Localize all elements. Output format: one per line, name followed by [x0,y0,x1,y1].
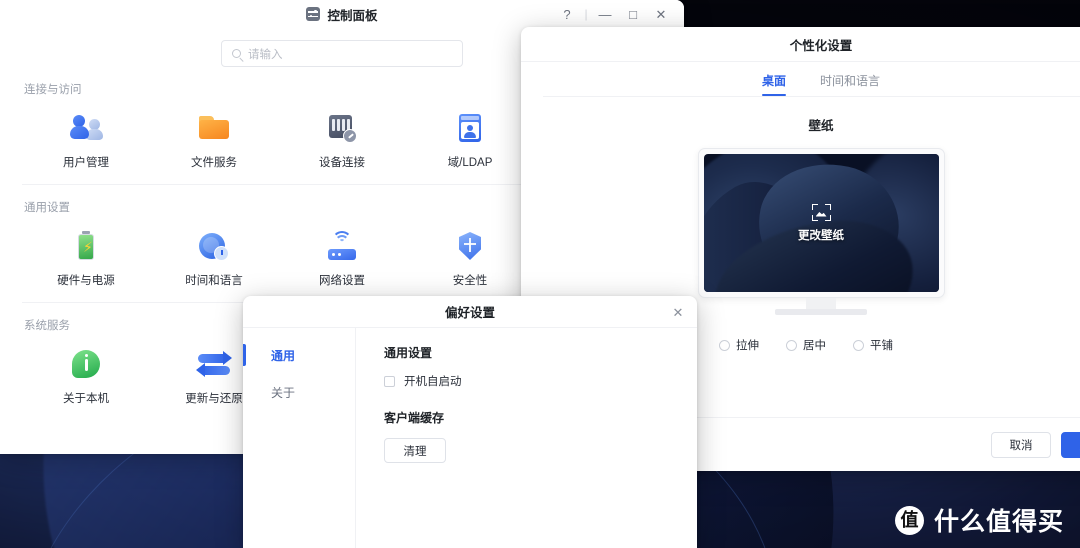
monitor-neck [806,298,836,309]
tile-domain-ldap[interactable]: 域/LDAP [406,103,534,182]
wallpaper-preview[interactable]: 更改壁纸 [703,154,939,292]
personalization-header: 个性化设置 [521,27,1080,62]
tile-file-service[interactable]: 文件服务 [150,103,278,182]
image-scan-icon [811,203,831,221]
minimize-button[interactable]: — [592,2,618,26]
tile-label: 文件服务 [191,157,237,169]
watermark: 值 什么值得买 [894,502,1064,538]
radio-option-stretch[interactable]: 拉伸 [719,337,759,353]
search-placeholder: 请输入 [248,48,283,61]
search-icon [232,49,241,58]
radio-dot [853,339,864,351]
tile-label: 设备连接 [319,157,365,169]
tile-about-device[interactable]: 关于本机 [22,339,150,418]
tile-device-connection[interactable]: 设备连接 [278,103,406,182]
radio-option-tile[interactable]: 平铺 [853,337,893,353]
tile-network-settings[interactable]: 网络设置 [278,221,406,300]
preferences-body: 通用 关于 通用设置 开机自启动 客户端缓存 清理 [243,328,697,548]
change-wallpaper-label: 更改壁纸 [798,229,844,242]
id-card-icon [453,111,487,145]
tab-desktop[interactable]: 桌面 [761,72,787,96]
preferences-title: 偏好设置 [444,306,495,320]
radio-label: 拉伸 [736,340,759,352]
help-button[interactable]: ? [554,2,580,26]
autostart-checkbox[interactable] [384,375,395,387]
battery-icon: ⚡ [69,229,103,263]
nas-device-icon [325,111,359,145]
autostart-label: 开机自启动 [404,376,462,388]
clear-cache-button[interactable]: 清理 [384,438,446,463]
monitor-base [775,309,867,315]
radio-option-center[interactable]: 居中 [786,337,826,353]
preferences-titlebar: 偏好设置 ✕ [243,296,697,328]
monitor-frame[interactable]: 更改壁纸 [697,148,945,298]
preferences-content: 通用设置 开机自启动 客户端缓存 清理 [356,328,697,548]
control-panel-title-group: 控制面板 [306,5,378,24]
sliders-icon [306,7,321,21]
sidebar-item-general[interactable]: 通用 [243,342,355,368]
radio-label: 平铺 [870,340,893,352]
monitor-preview: 更改壁纸 [521,134,1080,315]
apply-button[interactable]: 应用 [1061,431,1080,458]
sidebar-item-about[interactable]: 关于 [243,379,355,405]
client-cache-title: 客户端缓存 [384,411,445,425]
radio-label: 居中 [803,340,826,352]
tile-label: 安全性 [452,275,488,287]
refresh-arrows-icon [196,347,232,381]
tile-label: 网络设置 [319,275,365,287]
tile-hardware-power[interactable]: ⚡ 硬件与电源 [22,221,150,300]
tile-user-management[interactable]: 用户管理 [22,103,150,182]
cancel-button[interactable]: 取消 [991,431,1051,458]
preferences-dialog: 偏好设置 ✕ 通用 关于 通用设置 开机自启动 客户端缓存 清理 [243,296,697,548]
wallpaper-section-title: 壁纸 [808,119,834,133]
change-wallpaper-overlay[interactable]: 更改壁纸 [704,154,939,292]
control-panel-titlebar: 控制面板 ? | — □ ✕ [0,0,684,28]
close-button[interactable]: ✕ [648,2,674,26]
window-controls: ? | — □ ✕ [554,0,674,28]
tile-security[interactable]: 安全性 [406,221,534,300]
search-input[interactable]: 请输入 [221,40,463,67]
maximize-button[interactable]: □ [620,2,646,26]
radio-dot [786,339,797,351]
personalization-tabs: 桌面 时间和语言 [521,62,1080,96]
control-panel-title: 控制面板 [327,8,378,23]
radio-dot [719,339,730,351]
preferences-sidebar: 通用 关于 [243,328,356,548]
wifi-router-icon [325,229,359,263]
tile-label: 硬件与电源 [57,275,115,287]
tile-label: 更新与还原 [185,393,243,405]
tile-label: 时间和语言 [185,275,243,287]
general-settings-title: 通用设置 [384,346,433,360]
watermark-text: 什么值得买 [933,508,1064,536]
watermark-logo-icon: 值 [894,505,924,535]
window-controls-divider: | [584,7,588,21]
tile-label: 域/LDAP [447,157,493,169]
personalization-title: 个性化设置 [789,38,853,53]
close-icon[interactable]: ✕ [669,303,687,321]
info-icon [69,347,103,381]
autostart-row[interactable]: 开机自启动 [384,373,697,389]
tile-label: 关于本机 [63,393,109,405]
tile-label: 用户管理 [63,157,109,169]
tile-time-language[interactable]: 时间和语言 [150,221,278,300]
globe-clock-icon [197,229,231,263]
shield-icon [453,229,487,263]
folder-icon [197,111,231,145]
tab-time-language[interactable]: 时间和语言 [820,72,880,96]
users-icon [69,111,103,145]
